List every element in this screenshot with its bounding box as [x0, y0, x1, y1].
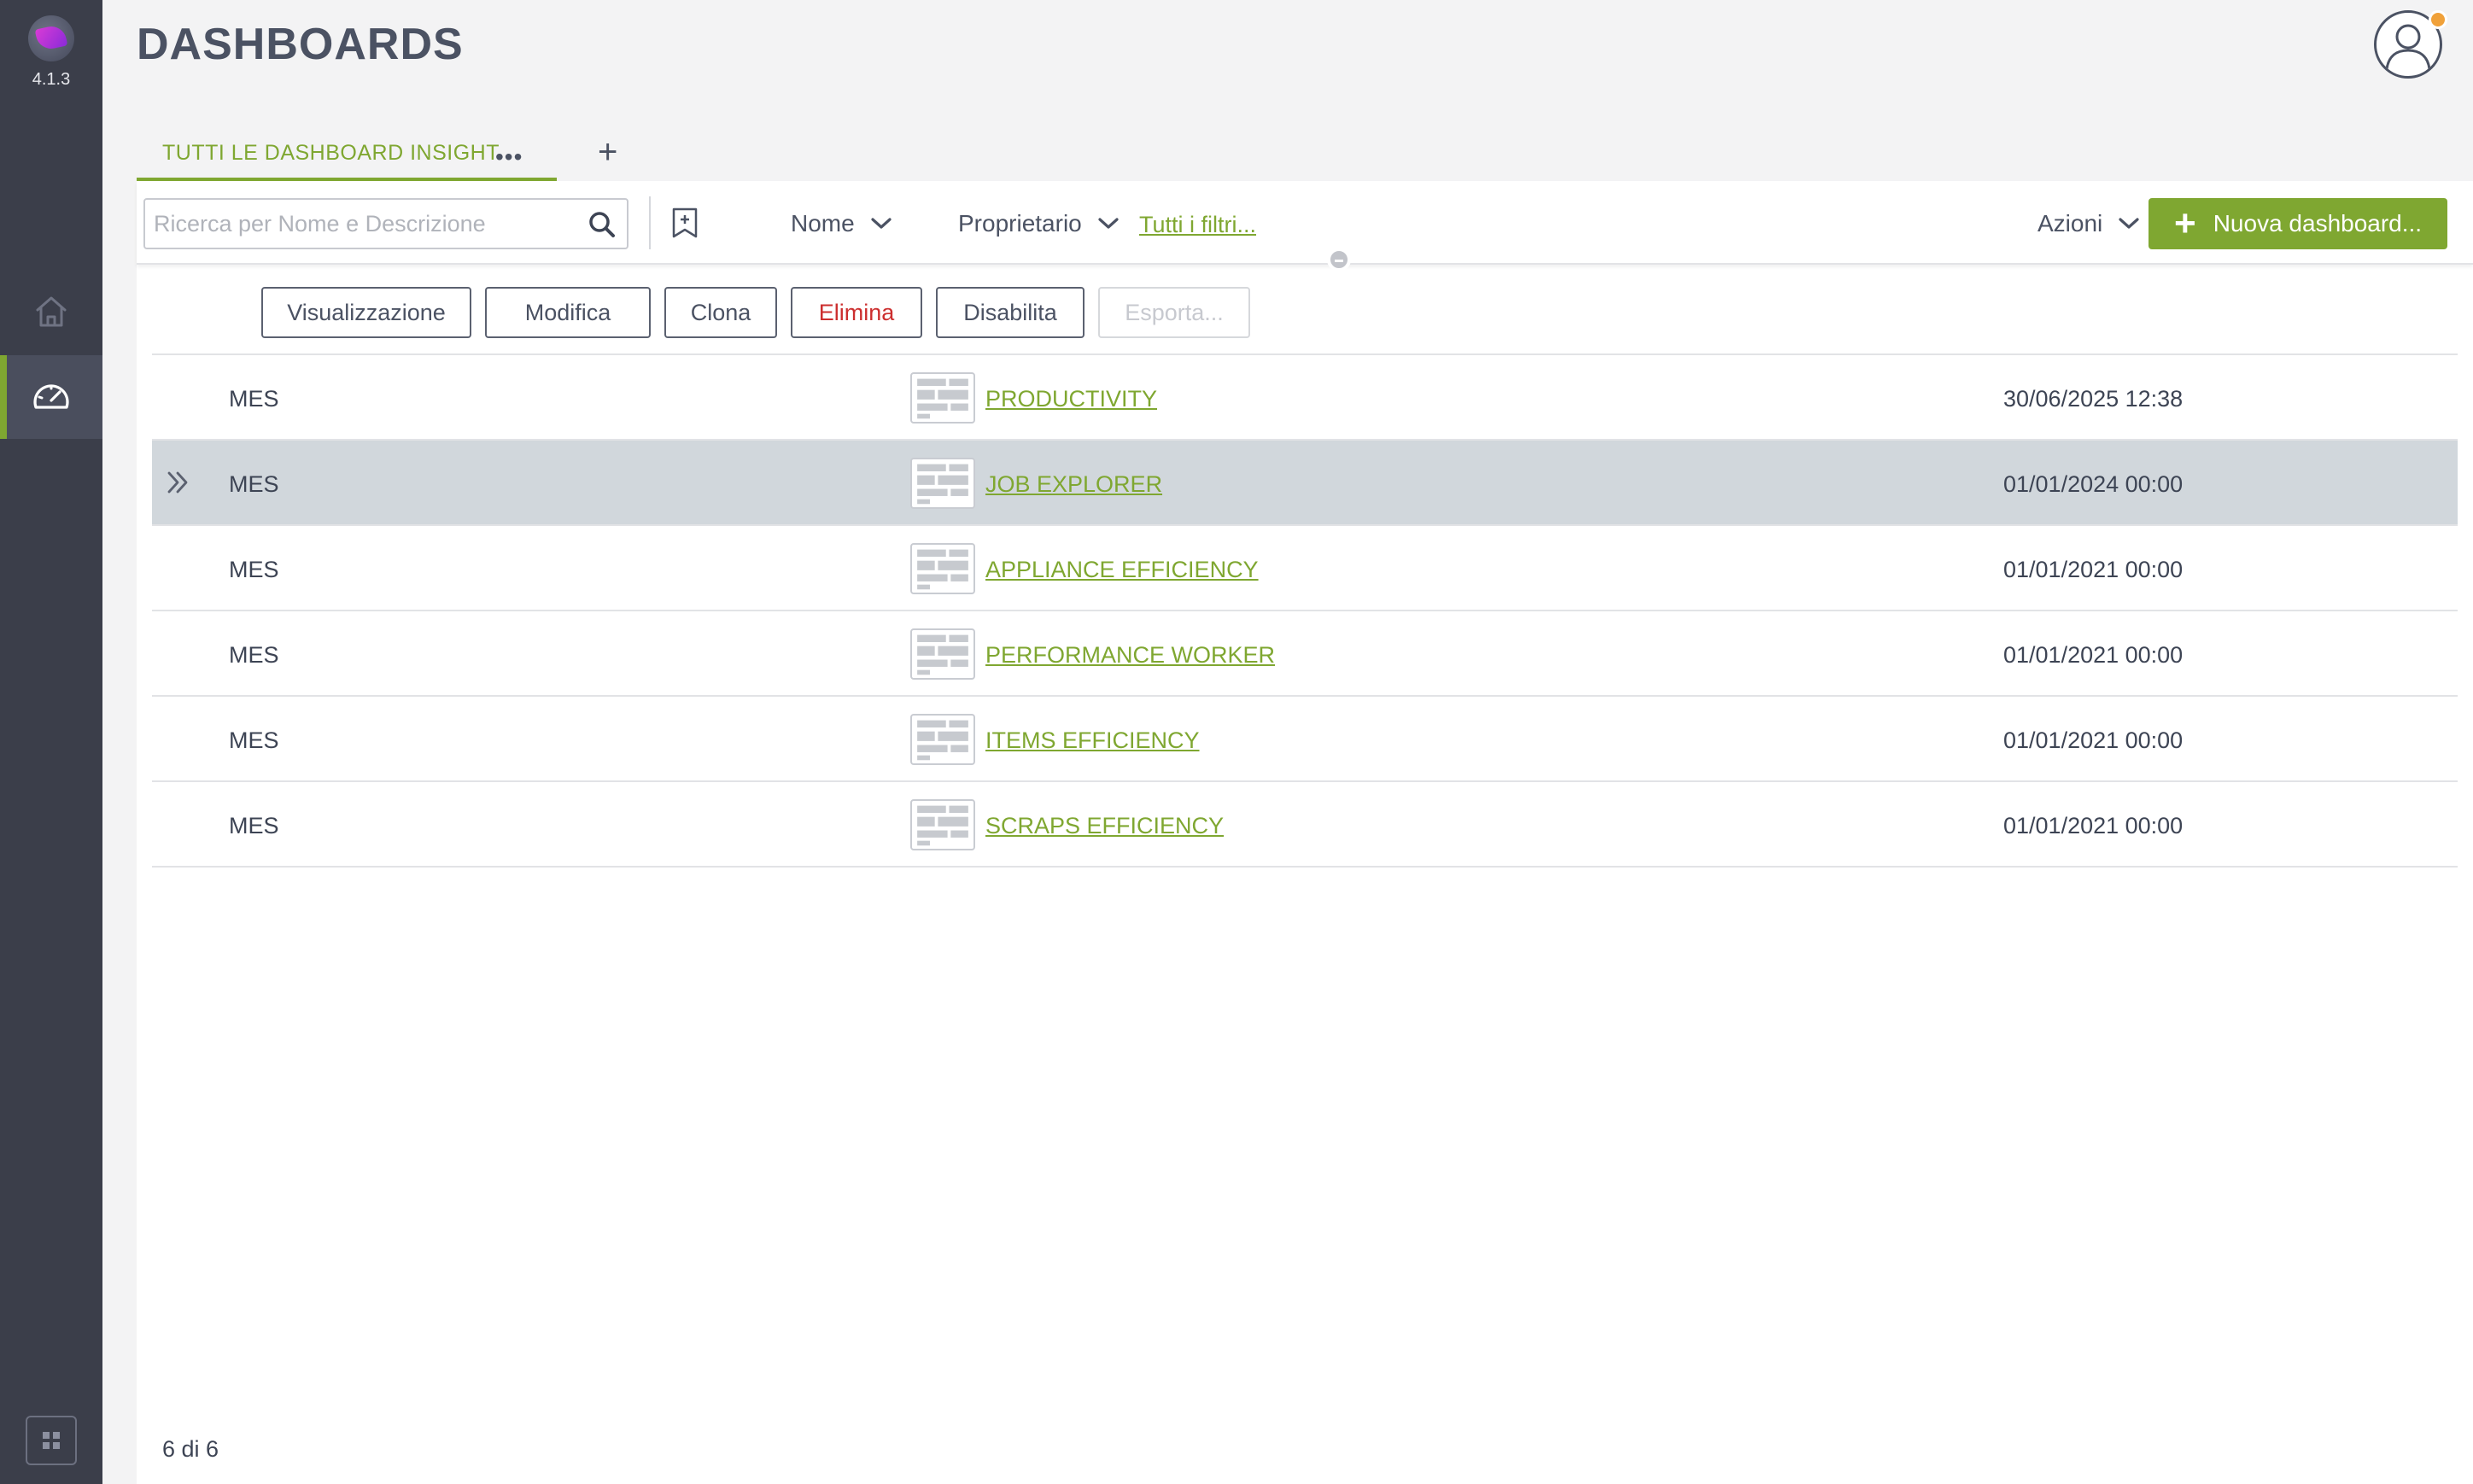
edit-button[interactable]: Modifica	[485, 287, 651, 338]
table-row[interactable]: MES PRODUCTIVITY 30/06/2025 12:38	[152, 355, 2458, 441]
row-date: 30/06/2025 12:38	[2003, 386, 2184, 412]
dashboard-name-link[interactable]: PRODUCTIVITY	[985, 386, 1157, 412]
dashboard-name-link[interactable]: PERFORMANCE WORKER	[985, 642, 1275, 669]
new-dashboard-label: Nuova dashboard...	[2213, 210, 2423, 237]
owner-dropdown[interactable]: Proprietario	[958, 198, 1120, 249]
dashboard-thumbnail-icon	[910, 372, 975, 424]
dashboard-thumbnail-icon	[910, 799, 975, 850]
table-row[interactable]: MES APPLIANCE EFFICIENCY 01/01/2021 00:0…	[152, 526, 2458, 611]
results-count: 6 di 6	[162, 1436, 219, 1462]
sidebar-item-dashboards[interactable]	[0, 355, 102, 439]
sort-name-dropdown[interactable]: Nome	[791, 198, 892, 249]
disable-button[interactable]: Disabilita	[936, 287, 1084, 338]
row-category: MES	[229, 642, 279, 668]
main-area: DASHBOARDS TUTTI LE DASHBOARD INSIGHT ••…	[102, 0, 2473, 1484]
row-date: 01/01/2024 00:00	[2003, 471, 2184, 497]
row-category: MES	[229, 557, 279, 582]
sidebar-item-home[interactable]	[0, 270, 102, 353]
dashboard-thumbnail-icon	[910, 628, 975, 680]
table-row[interactable]: MES PERFORMANCE WORKER 01/01/2021 00:00	[152, 611, 2458, 697]
dashboard-table: MES PRODUCTIVITY 30/06/2025 12:38 MES JO…	[152, 355, 2458, 868]
sidebar: 4.1.3	[0, 0, 102, 1484]
all-filters-link[interactable]: Tutti i filtri...	[1139, 212, 1256, 238]
delete-button[interactable]: Elimina	[791, 287, 922, 338]
dashboard-name-link[interactable]: ITEMS EFFICIENCY	[985, 727, 1200, 754]
page-title: DASHBOARDS	[137, 20, 464, 69]
search-box	[143, 198, 628, 249]
dashboard-icon	[33, 384, 69, 409]
export-button: Esporta...	[1098, 287, 1250, 338]
chevron-down-icon	[2119, 218, 2139, 229]
row-date: 01/01/2021 00:00	[2003, 813, 2184, 838]
collapse-toolbar-handle[interactable]	[1327, 248, 1351, 272]
owner-label: Proprietario	[958, 210, 1082, 237]
table-row[interactable]: MES SCRAPS EFFICIENCY 01/01/2021 00:00	[152, 782, 2458, 868]
grid-icon	[43, 1432, 60, 1449]
table-row-selected[interactable]: MES JOB EXPLORER 01/01/2024 00:00	[152, 441, 2458, 526]
new-dashboard-button[interactable]: + Nuova dashboard...	[2149, 198, 2447, 249]
dashboard-name-link[interactable]: APPLIANCE EFFICIENCY	[985, 557, 1259, 583]
row-date: 01/01/2021 00:00	[2003, 642, 2184, 668]
tab-more-icon[interactable]: •••	[495, 143, 523, 171]
dashboard-thumbnail-icon	[910, 714, 975, 765]
dashboard-thumbnail-icon	[910, 543, 975, 594]
search-input[interactable]	[154, 200, 564, 248]
plus-icon: +	[2174, 202, 2196, 244]
sort-name-label: Nome	[791, 210, 855, 237]
row-category: MES	[229, 727, 279, 753]
dashboard-list-panel: Nome Proprietario Tutti i filtri... Azio…	[137, 181, 2473, 1484]
app-logo-icon[interactable]	[28, 15, 74, 61]
app-version: 4.1.3	[32, 70, 71, 89]
home-icon	[36, 296, 67, 327]
dashboard-name-link[interactable]: JOB EXPLORER	[985, 471, 1162, 498]
saved-search-bookmark-icon[interactable]	[669, 207, 700, 239]
dashboard-name-link[interactable]: SCRAPS EFFICIENCY	[985, 813, 1224, 839]
actions-label: Azioni	[2037, 210, 2103, 237]
chevron-down-icon	[1098, 218, 1119, 229]
toolbar: Nome Proprietario Tutti i filtri... Azio…	[137, 181, 2473, 265]
row-date: 01/01/2021 00:00	[2003, 557, 2184, 582]
row-category: MES	[229, 813, 279, 838]
app-logo-block: 4.1.3	[0, 15, 102, 90]
view-button[interactable]: Visualizzazione	[261, 287, 471, 338]
dashboard-thumbnail-icon	[910, 458, 975, 509]
clone-button[interactable]: Clona	[664, 287, 777, 338]
actions-dropdown[interactable]: Azioni	[2037, 198, 2140, 249]
double-chevron-right-icon[interactable]	[166, 470, 191, 495]
row-category: MES	[229, 386, 279, 412]
search-icon[interactable]	[588, 210, 617, 239]
apps-grid-button[interactable]	[26, 1416, 77, 1465]
add-tab-button[interactable]: +	[598, 133, 617, 172]
chevron-down-icon	[871, 218, 892, 229]
notification-badge[interactable]	[2429, 10, 2447, 29]
toolbar-divider	[649, 196, 651, 249]
tab-label: TUTTI LE DASHBOARD INSIGHT	[162, 140, 500, 165]
row-category: MES	[229, 471, 279, 497]
table-row[interactable]: MES ITEMS EFFICIENCY 01/01/2021 00:00	[152, 697, 2458, 782]
row-date: 01/01/2021 00:00	[2003, 727, 2184, 753]
tab-all-dashboards[interactable]: TUTTI LE DASHBOARD INSIGHT	[137, 128, 557, 181]
